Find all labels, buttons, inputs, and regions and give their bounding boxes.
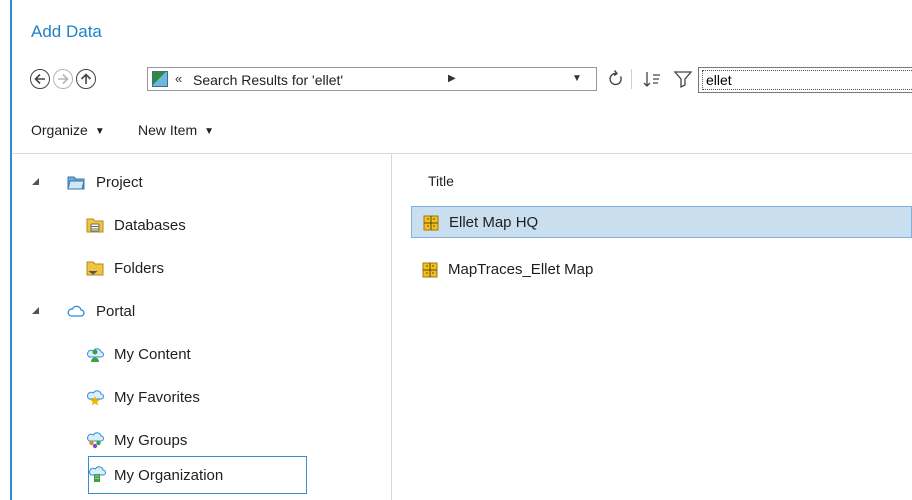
sort-button[interactable] xyxy=(641,67,665,91)
new-item-label: New Item xyxy=(138,122,198,138)
organization-building-icon xyxy=(89,466,106,482)
tree-item-my-groups[interactable]: My Groups xyxy=(30,427,330,455)
navigation-toolbar: « Search Results for 'ellet' ▶ ▼ xyxy=(30,67,912,93)
result-row-ellet-map-hq[interactable]: Ellet Map HQ xyxy=(411,206,912,238)
window-left-edge xyxy=(10,0,12,500)
location-text: Search Results for 'ellet' xyxy=(193,72,344,88)
tree-label-portal: Portal xyxy=(96,303,136,320)
tree-label-my-favorites: My Favorites xyxy=(114,389,200,406)
result-row-maptraces-ellet-map[interactable]: MapTraces_Ellet Map xyxy=(411,254,912,286)
sort-icon xyxy=(643,72,660,87)
tree-item-my-favorites[interactable]: My Favorites xyxy=(30,384,330,412)
breadcrumb-overflow-icon[interactable]: « xyxy=(175,71,182,86)
organize-label: Organize xyxy=(31,122,88,138)
new-item-dropdown-icon: ▼ xyxy=(204,126,215,137)
filter-button[interactable] xyxy=(671,67,695,91)
new-item-menu[interactable]: New Item ▼ xyxy=(138,122,214,138)
column-header-title[interactable]: Title xyxy=(428,173,454,189)
tree-label-my-content: My Content xyxy=(114,346,191,363)
tree-label-project: Project xyxy=(96,174,143,191)
tree-item-portal[interactable]: Portal xyxy=(30,298,330,326)
refresh-icon xyxy=(609,70,622,86)
tree-label-my-organization: My Organization xyxy=(114,467,224,484)
database-folder-icon xyxy=(86,218,104,233)
back-arrow-icon xyxy=(34,73,45,85)
forward-arrow-icon xyxy=(58,73,69,85)
project-folder-icon xyxy=(67,176,85,190)
collapse-portal-icon[interactable] xyxy=(32,307,39,314)
location-dropdown-icon[interactable]: ▼ xyxy=(572,73,582,84)
my-content-icon xyxy=(87,348,104,362)
favorites-star-icon xyxy=(87,390,104,406)
result-title: MapTraces_Ellet Map xyxy=(448,261,594,278)
toolbar-separator xyxy=(631,69,632,89)
search-input[interactable] xyxy=(702,70,912,90)
dialog-title: Add Data xyxy=(31,22,102,41)
organize-dropdown-icon: ▼ xyxy=(94,126,105,137)
result-title: Ellet Map HQ xyxy=(449,214,539,231)
forward-button[interactable] xyxy=(53,69,73,89)
collapse-project-icon[interactable] xyxy=(32,178,39,185)
tree-label-my-groups: My Groups xyxy=(114,432,188,449)
organize-menu[interactable]: Organize ▼ xyxy=(31,122,105,138)
pane-divider-horizontal xyxy=(12,153,912,154)
cloud-icon xyxy=(67,305,85,317)
map-item-icon xyxy=(423,215,439,231)
location-bar[interactable]: « Search Results for 'ellet' ▶ ▼ xyxy=(147,67,597,91)
tree-item-databases[interactable]: Databases xyxy=(30,212,330,240)
tree-label-databases: Databases xyxy=(114,217,186,234)
tree-item-project[interactable]: Project xyxy=(30,169,330,197)
map-location-icon xyxy=(152,71,168,87)
up-arrow-icon xyxy=(80,73,92,84)
back-button[interactable] xyxy=(30,69,50,89)
map-item-icon xyxy=(422,262,438,278)
filter-icon xyxy=(673,71,693,89)
folder-icon xyxy=(86,261,104,276)
tree-item-my-organization[interactable]: My Organization xyxy=(88,456,307,494)
pane-divider-vertical xyxy=(391,154,392,500)
breadcrumb-arrow-icon[interactable]: ▶ xyxy=(448,73,456,84)
groups-icon xyxy=(87,432,104,449)
tree-label-folders: Folders xyxy=(114,260,165,277)
refresh-button[interactable] xyxy=(605,67,627,91)
tree-item-folders[interactable]: Folders xyxy=(30,255,330,283)
search-box[interactable] xyxy=(698,67,912,93)
up-button[interactable] xyxy=(76,69,96,89)
tree-item-my-content[interactable]: My Content xyxy=(30,341,330,369)
